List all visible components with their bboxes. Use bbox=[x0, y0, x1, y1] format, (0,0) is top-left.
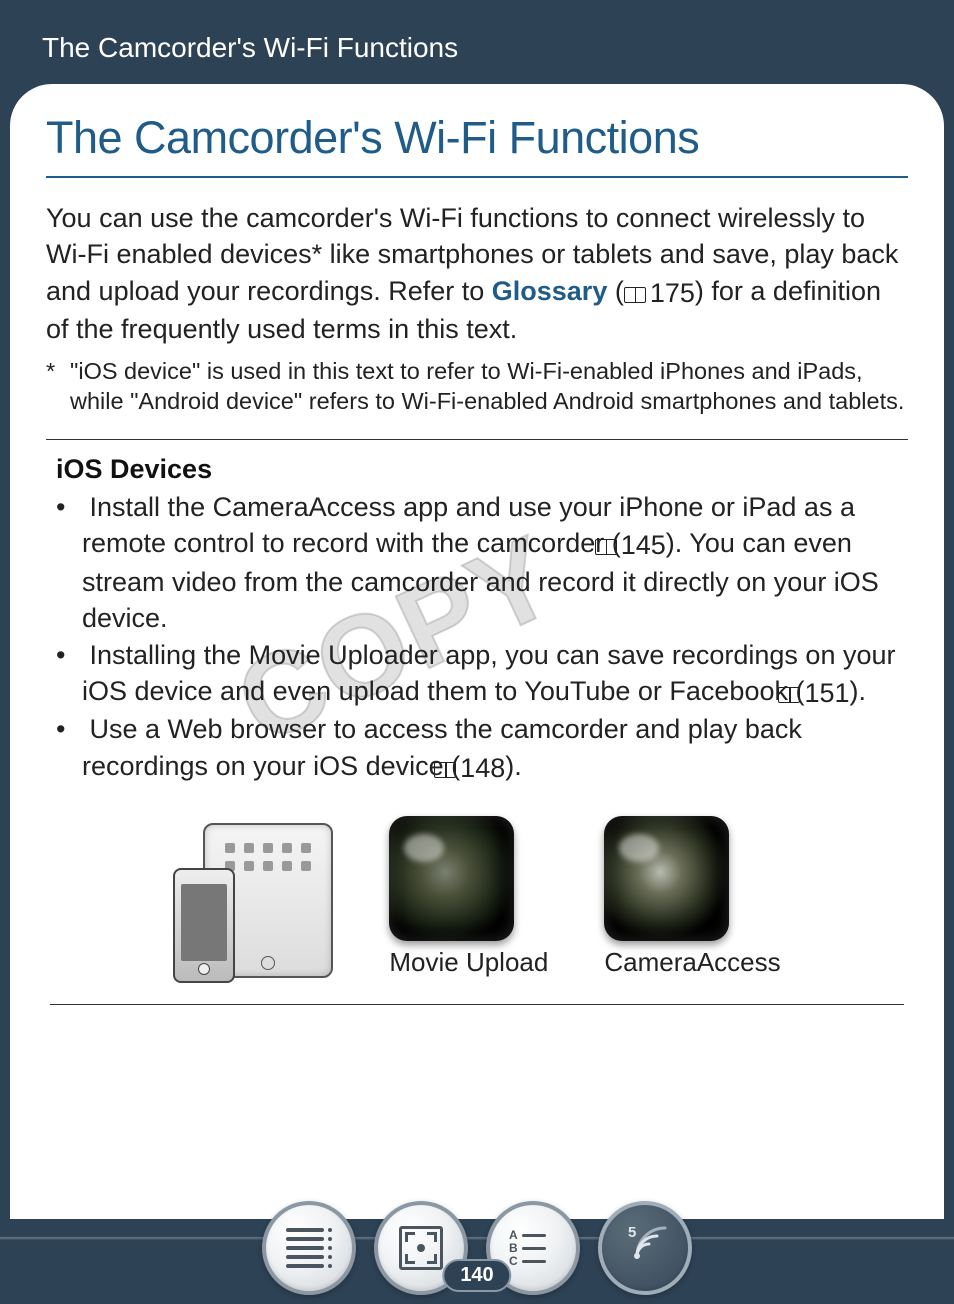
page-ref-num: 145 bbox=[621, 530, 666, 560]
list-item: Installing the Movie Uploader app, you c… bbox=[56, 637, 902, 712]
page-ref-151[interactable]: 151 bbox=[804, 675, 849, 711]
movie-upload-app[interactable]: Movie Upload bbox=[389, 816, 548, 978]
list-item: Install the CameraAccess app and use you… bbox=[56, 489, 902, 637]
wifi-chapter-button[interactable]: 5 bbox=[598, 1201, 692, 1295]
footnote-text: "iOS device" is used in this text to ref… bbox=[70, 358, 904, 415]
book-icon bbox=[595, 539, 617, 555]
document-page: COPY The Camcorder's Wi-Fi Functions You… bbox=[10, 84, 944, 1219]
glossary-link[interactable]: Glossary bbox=[492, 276, 608, 306]
phone-icon bbox=[173, 868, 235, 983]
intro-text-2a: ( bbox=[607, 276, 624, 306]
wifi-badge-number: 5 bbox=[628, 1224, 636, 1241]
page-ref-num: 175 bbox=[650, 278, 695, 308]
movie-upload-label: Movie Upload bbox=[389, 947, 548, 978]
section-divider bbox=[46, 439, 908, 440]
page-number-pill: 140 bbox=[442, 1259, 511, 1292]
footnote: *"iOS device" is used in this text to re… bbox=[46, 356, 908, 417]
bullet-text: ). bbox=[850, 676, 867, 706]
bullet-text: Installing the Movie Uploader app, you c… bbox=[82, 640, 895, 706]
page-title: The Camcorder's Wi-Fi Functions bbox=[46, 112, 908, 178]
bottom-nav: ABC 5 140 bbox=[0, 1229, 954, 1304]
section-divider bbox=[50, 1004, 904, 1005]
bullet-text: ). bbox=[505, 751, 522, 781]
breadcrumb-header: The Camcorder's Wi-Fi Functions bbox=[0, 0, 954, 84]
book-icon bbox=[778, 687, 800, 703]
camera-access-app[interactable]: CameraAccess bbox=[604, 816, 780, 978]
wifi-icon: 5 bbox=[620, 1226, 670, 1270]
list-icon bbox=[286, 1228, 332, 1268]
lens-icon bbox=[389, 816, 514, 941]
toc-button[interactable] bbox=[262, 1201, 356, 1295]
intro-paragraph: You can use the camcorder's Wi-Fi functi… bbox=[46, 200, 908, 348]
page-ref-num: 151 bbox=[804, 678, 849, 708]
list-item: Use a Web browser to access the camcorde… bbox=[56, 711, 902, 786]
ios-devices-illustration bbox=[173, 823, 333, 978]
page-ref-175[interactable]: 175 bbox=[624, 275, 695, 311]
abc-index-icon: ABC bbox=[509, 1229, 557, 1268]
subsection-heading: iOS Devices bbox=[56, 454, 908, 485]
app-thumbnails-row: Movie Upload CameraAccess bbox=[46, 816, 908, 978]
page-ref-145[interactable]: 145 bbox=[621, 527, 666, 563]
expand-icon bbox=[399, 1226, 443, 1270]
book-icon bbox=[434, 762, 456, 778]
page-ref-148[interactable]: 148 bbox=[460, 750, 505, 786]
camera-access-label: CameraAccess bbox=[604, 947, 780, 978]
lens-icon bbox=[604, 816, 729, 941]
book-icon bbox=[624, 287, 646, 303]
ios-devices-section: iOS Devices Install the CameraAccess app… bbox=[46, 454, 908, 787]
page-ref-num: 148 bbox=[460, 753, 505, 783]
